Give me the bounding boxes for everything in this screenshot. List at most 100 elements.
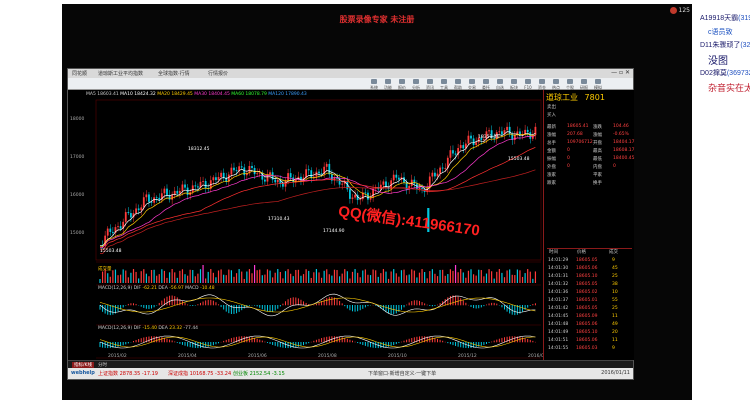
chat-id-3[interactable]: (322	[740, 42, 750, 49]
macd-bar	[212, 300, 214, 306]
volume-bar	[122, 269, 124, 283]
trade-row: 14:01:51 18605.06 11	[546, 338, 632, 345]
chat-id-1[interactable]: (319	[738, 15, 750, 22]
window-title-tab3[interactable]: 行情报价	[208, 70, 228, 77]
volume-bar	[156, 275, 158, 283]
status-logo: webhelp	[71, 370, 95, 376]
window-title-tab[interactable]: 道琼斯工业平均指数	[98, 70, 143, 77]
candle-body	[289, 173, 292, 178]
macd-bar	[395, 305, 397, 314]
quote-cell: 涨幅	[547, 133, 556, 138]
macd2-bar	[274, 342, 276, 346]
candle-body	[475, 142, 478, 146]
ma-legend: MA5 18603.41 MA10 18424.32 MA20 18429.45…	[86, 92, 307, 97]
macd2-bar	[465, 342, 467, 348]
macd-bar	[256, 305, 258, 307]
macd-bar	[210, 299, 212, 306]
window-title-tab2[interactable]: 全球指数·行情	[158, 70, 190, 77]
candle-body	[181, 184, 184, 191]
volume-bar	[212, 272, 214, 283]
volume-bar	[230, 270, 232, 283]
volume-bar	[148, 276, 150, 283]
quote-panel: 道琼工业 7801 卖出 买入 最新 18605.41 涨跌 104.46 涨幅 207.…	[543, 90, 634, 360]
macd-bar	[390, 305, 392, 315]
macd-bar	[532, 304, 534, 306]
macd-bar	[202, 301, 204, 306]
y-tick-label: 16000	[70, 192, 84, 198]
trade-header-price: 价格	[577, 250, 586, 255]
volume-bar	[243, 278, 245, 283]
macd2-bar	[364, 342, 366, 346]
quote-cell: 207.68	[567, 132, 583, 137]
chat-user-3[interactable]: D11朱骤	[700, 42, 726, 49]
volume-bar	[519, 270, 521, 283]
volume-bar	[174, 272, 176, 283]
macd2-bar	[393, 342, 395, 346]
volume-bar	[189, 269, 191, 283]
volume-bar	[501, 272, 503, 283]
toolbar-button-11[interactable]: F10	[522, 79, 534, 90]
status-notice[interactable]: 下单窗口·新增自定义·一键下单	[368, 370, 436, 377]
volume-bar	[140, 271, 142, 283]
macd-bar	[140, 305, 142, 307]
macd-bar	[189, 305, 191, 306]
macd-bar	[349, 305, 351, 311]
candle-body	[341, 183, 344, 185]
volume-bar	[514, 275, 516, 283]
candle-body	[158, 197, 161, 200]
chat-id-5[interactable]: (369732	[727, 70, 750, 77]
macd-bar	[421, 302, 423, 306]
candle-body	[145, 194, 148, 198]
macd2-bar	[218, 342, 220, 344]
toolbar-icon	[399, 79, 405, 84]
player-control[interactable]: 125	[669, 7, 690, 14]
candle-body	[436, 173, 439, 177]
y-tick-label: 15000	[70, 230, 84, 236]
macd-bar	[148, 305, 150, 309]
window-controls[interactable]: — ▫ ✕	[611, 69, 630, 76]
macd-bar	[496, 303, 498, 306]
quote-cell: 104.46	[613, 124, 629, 129]
ma-legend-item: MA20	[157, 92, 172, 97]
volume-bar	[498, 269, 500, 283]
trade-row: 14:01:55 18605.03 9	[546, 346, 632, 353]
macd2-label: MACD(12,26,9) DIF -15.40 DEA 23.32 -77.4…	[98, 326, 198, 331]
trade-cell: 18605.05	[576, 306, 598, 311]
trade-cell: 18605.01	[576, 298, 598, 303]
volume-bar	[488, 269, 490, 283]
macd-bar	[279, 305, 281, 307]
candle-body	[235, 170, 238, 172]
macd-bar	[264, 305, 266, 311]
macd2-bar	[238, 336, 240, 343]
macd-bar	[285, 301, 287, 306]
volume-bar	[434, 273, 436, 283]
volume-bar	[238, 269, 240, 283]
candle-body	[431, 172, 434, 177]
macd2-bar	[455, 342, 457, 346]
volume-bar	[385, 271, 387, 283]
macd2-bar	[452, 342, 454, 346]
volume-bar	[101, 271, 104, 283]
macd2-bar	[485, 342, 487, 344]
chat-user-1[interactable]: A19918天霸	[700, 15, 738, 22]
macd2-bar	[207, 342, 209, 347]
record-icon[interactable]	[669, 7, 677, 14]
trade-cell: 9	[612, 346, 615, 351]
volume-bar	[269, 270, 271, 283]
trade-cell: 11	[612, 314, 618, 319]
chat-user-5[interactable]: D02撺莫	[700, 70, 727, 77]
volume-bar	[127, 277, 129, 283]
candle-body	[186, 187, 189, 195]
macd-bar	[266, 305, 268, 312]
trade-cell: 14:01:55	[548, 346, 569, 351]
volume-bar	[467, 270, 470, 283]
candle-body	[439, 167, 441, 174]
macd2-bar	[390, 342, 392, 346]
macd2-bar	[498, 338, 500, 343]
volume-bar	[109, 276, 111, 283]
volume-bar	[202, 265, 204, 283]
quote-cell: 总手	[547, 141, 556, 146]
trade-cell: 14:01:49	[548, 330, 569, 335]
chart-area[interactable]: 18312.45 17310.43 17144.90 15503.48 18351.36…	[68, 90, 547, 360]
macd-bar	[354, 305, 356, 312]
